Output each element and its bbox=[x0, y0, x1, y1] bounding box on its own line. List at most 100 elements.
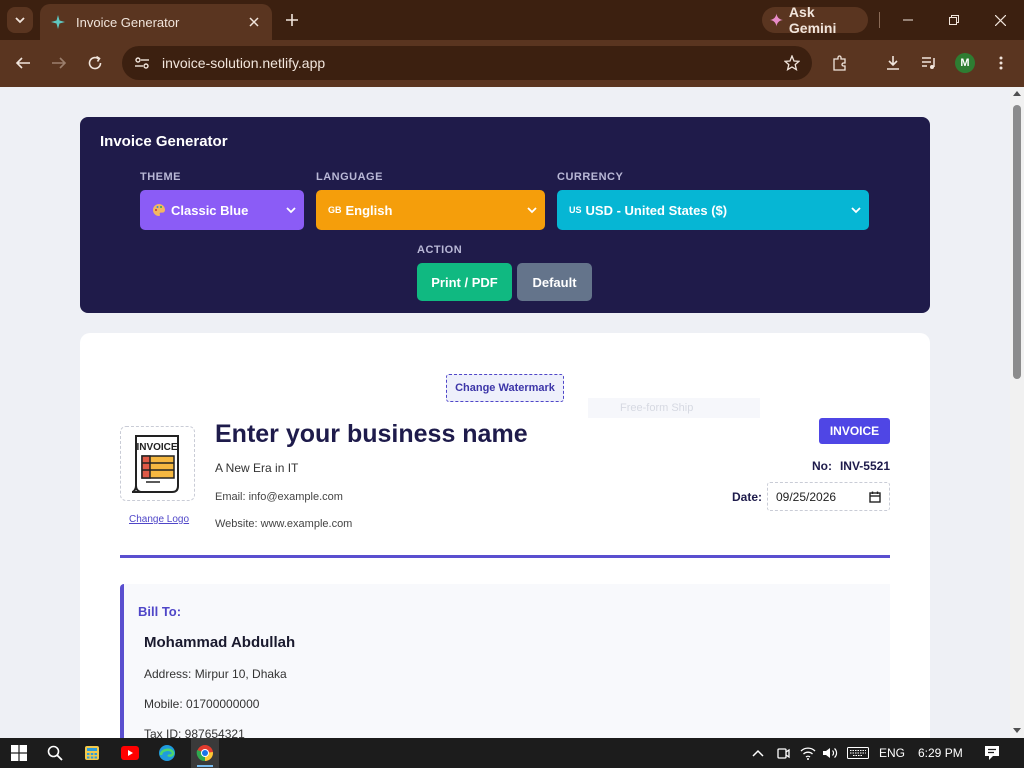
calendar-icon[interactable] bbox=[869, 491, 881, 503]
language-select[interactable]: GB English bbox=[316, 190, 545, 230]
date-label: Date: bbox=[732, 490, 763, 504]
arrow-left-icon bbox=[15, 57, 30, 69]
plus-icon bbox=[286, 14, 298, 26]
currency-value: USD - United States ($) bbox=[585, 202, 728, 218]
logo-text: INVOICE bbox=[136, 442, 177, 453]
language-value: English bbox=[345, 202, 393, 218]
theme-select[interactable]: Classic Blue bbox=[140, 190, 304, 230]
us-flag-icon: US bbox=[569, 205, 582, 215]
download-icon bbox=[887, 56, 899, 70]
chevron-down-icon bbox=[15, 17, 25, 24]
reload-icon bbox=[88, 55, 102, 70]
close-tab-icon[interactable] bbox=[246, 14, 262, 30]
calculator-app-icon[interactable] bbox=[82, 743, 102, 763]
windows-taskbar: ENG 6:29 PM bbox=[0, 738, 1024, 768]
profile-avatar[interactable]: M bbox=[955, 53, 975, 73]
wifi-icon[interactable] bbox=[798, 743, 818, 763]
media-queue-icon bbox=[922, 57, 935, 69]
scroll-down-arrow-icon[interactable] bbox=[1013, 728, 1021, 733]
currency-select[interactable]: US USD - United States ($) bbox=[557, 190, 869, 230]
client-address-input[interactable]: Address: Mirpur 10, Dhaka bbox=[144, 667, 287, 681]
client-mobile-input[interactable]: Mobile: 01700000000 bbox=[144, 697, 259, 711]
invoice-number-row: No: INV-5521 bbox=[812, 459, 890, 473]
app-title: Invoice Generator bbox=[100, 133, 228, 150]
tagline-input[interactable]: A New Era in IT bbox=[215, 461, 298, 475]
business-email[interactable]: Email: info@example.com bbox=[215, 491, 343, 503]
invoice-number-value[interactable]: INV-5521 bbox=[840, 459, 890, 473]
tab-search-dropdown[interactable] bbox=[7, 7, 33, 33]
page-viewport: Invoice Generator THEME Classic Blue LAN… bbox=[0, 87, 1010, 738]
input-language-indicator[interactable]: ENG bbox=[879, 746, 905, 760]
media-controls-button[interactable] bbox=[918, 52, 940, 74]
bookmark-star-icon[interactable] bbox=[784, 55, 800, 71]
minimize-window-button[interactable] bbox=[898, 10, 918, 30]
date-input[interactable]: 09/25/2026 bbox=[767, 482, 890, 511]
date-value: 09/25/2026 bbox=[776, 489, 837, 504]
browser-toolbar: invoice-solution.netlify.app M bbox=[0, 40, 1024, 87]
address-bar[interactable]: invoice-solution.netlify.app bbox=[122, 46, 812, 80]
scrollbar-thumb[interactable] bbox=[1013, 105, 1021, 379]
url-text: invoice-solution.netlify.app bbox=[162, 55, 326, 71]
reload-button[interactable] bbox=[84, 52, 106, 74]
close-window-button[interactable] bbox=[990, 10, 1010, 30]
change-watermark-button[interactable]: Change Watermark bbox=[446, 374, 564, 402]
invoice-paper: Change Watermark Free-form Ship INVOICE … bbox=[80, 333, 930, 738]
browser-menu-button[interactable] bbox=[990, 52, 1012, 74]
back-button[interactable] bbox=[12, 52, 34, 74]
chevron-down-icon bbox=[851, 207, 861, 214]
volume-icon[interactable] bbox=[820, 743, 840, 763]
arrow-right-icon bbox=[52, 57, 67, 69]
new-tab-button[interactable] bbox=[282, 10, 302, 30]
sparkle-favicon-icon bbox=[50, 14, 66, 30]
youtube-app-icon[interactable] bbox=[120, 743, 140, 763]
forward-button[interactable] bbox=[48, 52, 70, 74]
extensions-button[interactable] bbox=[829, 52, 851, 74]
site-info-icon[interactable] bbox=[134, 55, 150, 71]
chevron-down-icon bbox=[527, 207, 537, 214]
logo-upload-area[interactable]: INVOICE bbox=[120, 426, 195, 501]
close-icon bbox=[994, 14, 1006, 26]
header-divider bbox=[120, 555, 890, 558]
controls-panel: Invoice Generator THEME Classic Blue LAN… bbox=[80, 117, 930, 313]
scroll-up-arrow-icon[interactable] bbox=[1013, 91, 1021, 96]
clock[interactable]: 6:29 PM bbox=[918, 746, 963, 760]
downloads-button[interactable] bbox=[882, 52, 904, 74]
search-icon[interactable] bbox=[45, 743, 65, 763]
ask-gemini-button[interactable]: Ask Gemini bbox=[762, 4, 868, 36]
theme-value: Classic Blue bbox=[171, 202, 249, 218]
gemini-icon bbox=[770, 13, 783, 27]
client-name-input[interactable]: Mohammad Abdullah bbox=[144, 634, 295, 651]
ask-gemini-label: Ask Gemini bbox=[788, 4, 837, 36]
business-name-input[interactable]: Enter your business name bbox=[215, 420, 528, 449]
print-pdf-button[interactable]: Print / PDF bbox=[417, 263, 512, 301]
action-label: ACTION bbox=[417, 244, 463, 256]
toolbar-separator bbox=[879, 12, 880, 28]
meet-now-icon[interactable] bbox=[773, 743, 793, 763]
chevron-up-icon[interactable] bbox=[748, 743, 768, 763]
default-button[interactable]: Default bbox=[517, 263, 592, 301]
browser-tab-bar: Invoice Generator Ask Gemini bbox=[0, 0, 1024, 40]
windows-start-icon[interactable] bbox=[9, 743, 29, 763]
notification-center-icon[interactable] bbox=[982, 743, 1002, 763]
minimize-icon bbox=[903, 19, 913, 21]
client-tax-id-input[interactable]: Tax ID: 987654321 bbox=[144, 727, 245, 738]
palette-icon bbox=[153, 204, 166, 216]
currency-label: CURRENCY bbox=[557, 171, 624, 183]
page-scrollbar[interactable] bbox=[1010, 87, 1024, 738]
restore-icon bbox=[949, 15, 959, 25]
watermark-input[interactable]: Free-form Ship bbox=[588, 398, 760, 418]
puzzle-piece-icon bbox=[833, 55, 846, 71]
chevron-down-icon bbox=[286, 207, 296, 214]
edge-browser-icon[interactable] bbox=[157, 743, 177, 763]
tab-title: Invoice Generator bbox=[76, 14, 180, 30]
invoice-number-label: No: bbox=[811, 459, 832, 473]
theme-label: THEME bbox=[140, 171, 181, 183]
keyboard-icon[interactable] bbox=[846, 743, 870, 763]
business-website[interactable]: Website: www.example.com bbox=[215, 518, 352, 530]
restore-window-button[interactable] bbox=[944, 10, 964, 30]
browser-tab[interactable]: Invoice Generator bbox=[40, 4, 272, 40]
invoice-document-logo-icon: INVOICE bbox=[131, 434, 179, 493]
chrome-browser-icon[interactable] bbox=[195, 743, 215, 763]
change-logo-link[interactable]: Change Logo bbox=[129, 514, 189, 525]
gb-flag-icon: GB bbox=[328, 205, 342, 215]
